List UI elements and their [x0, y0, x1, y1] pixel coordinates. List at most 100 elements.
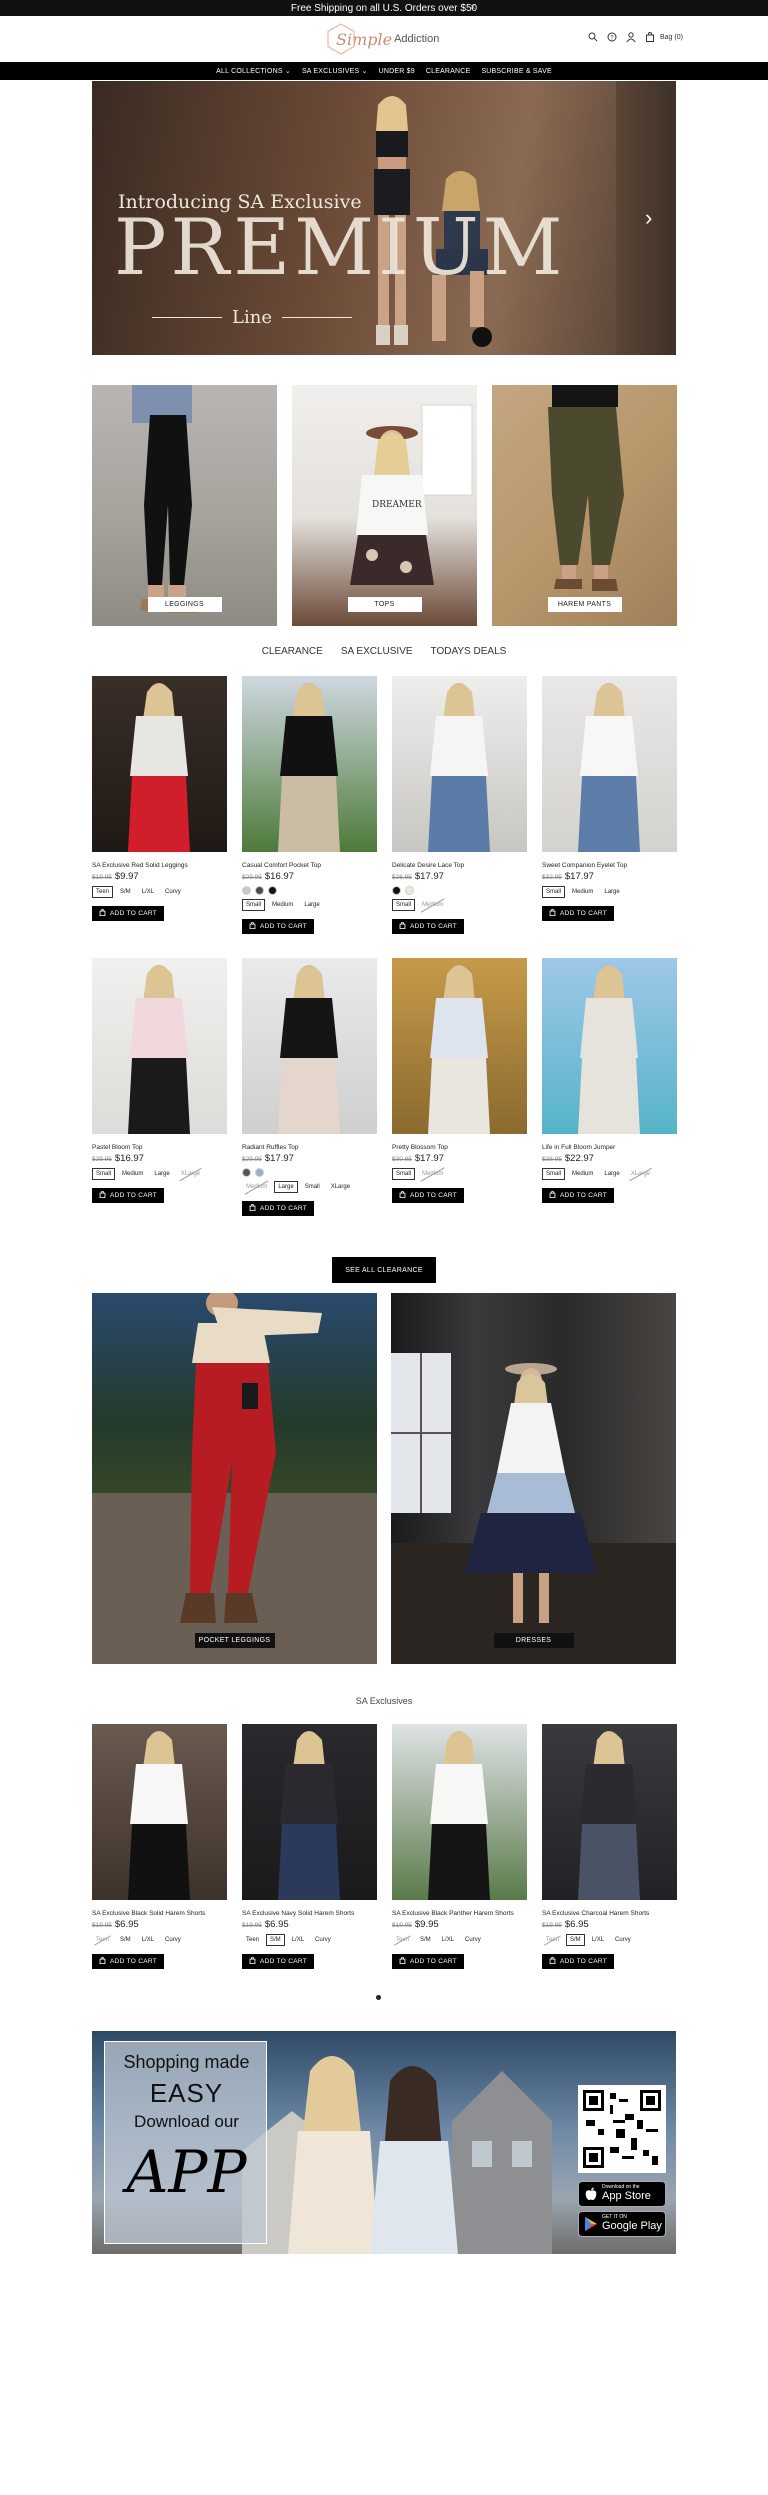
- color-swatch[interactable]: [255, 886, 264, 895]
- product-image[interactable]: [542, 958, 677, 1134]
- size-option[interactable]: Curvy: [161, 886, 185, 898]
- add-to-cart-button[interactable]: ADD TO CART: [242, 1954, 314, 1969]
- color-swatch[interactable]: [242, 886, 251, 895]
- size-option[interactable]: Large: [150, 1168, 173, 1180]
- size-option[interactable]: S/M: [266, 1934, 285, 1946]
- size-option[interactable]: L/XL: [588, 1934, 608, 1946]
- bag-count[interactable]: Bag (0): [660, 34, 683, 41]
- product-image[interactable]: [92, 1724, 227, 1900]
- app-store-button[interactable]: Download on the App Store: [578, 2181, 666, 2207]
- product-image[interactable]: [92, 676, 227, 852]
- size-option[interactable]: Medium: [418, 1168, 447, 1180]
- size-option[interactable]: Small: [542, 1168, 566, 1180]
- product-title[interactable]: SA Exclusive Navy Solid Harem Shorts: [242, 1910, 377, 1917]
- size-option[interactable]: Medium: [568, 886, 597, 898]
- add-to-cart-button[interactable]: ADD TO CART: [542, 1954, 614, 1969]
- tab-clearance[interactable]: CLEARANCE: [262, 646, 323, 657]
- product-title[interactable]: Radiant Ruffles Top: [242, 1144, 377, 1151]
- size-option[interactable]: S/M: [116, 1934, 135, 1946]
- add-to-cart-button[interactable]: ADD TO CART: [92, 906, 164, 921]
- account-icon[interactable]: [626, 32, 636, 42]
- featured-tile-dresses[interactable]: DRESSES: [391, 1293, 676, 1664]
- size-option[interactable]: Medium: [268, 899, 297, 911]
- product-title[interactable]: SA Exclusive Black Panther Harem Shorts: [392, 1910, 527, 1917]
- add-to-cart-button[interactable]: ADD TO CART: [92, 1954, 164, 1969]
- color-swatch[interactable]: [405, 886, 414, 895]
- google-play-button[interactable]: GET IT ON Google Play: [578, 2211, 666, 2237]
- product-image[interactable]: [242, 676, 377, 852]
- close-icon[interactable]: ×: [470, 2, 475, 12]
- size-option[interactable]: L/XL: [138, 886, 158, 898]
- size-option[interactable]: Teen: [92, 886, 114, 898]
- size-option[interactable]: Curvy: [461, 1934, 485, 1946]
- category-tile-leggings[interactable]: LEGGINGS: [92, 385, 277, 626]
- color-swatch[interactable]: [392, 886, 401, 895]
- product-image[interactable]: [392, 958, 527, 1134]
- color-swatch[interactable]: [255, 1168, 264, 1177]
- size-option[interactable]: Medium: [418, 899, 447, 911]
- size-option[interactable]: Large: [600, 886, 623, 898]
- size-option[interactable]: Large: [300, 899, 323, 911]
- product-image[interactable]: [542, 676, 677, 852]
- search-icon[interactable]: [588, 32, 598, 42]
- product-image[interactable]: [242, 958, 377, 1134]
- size-option[interactable]: S/M: [416, 1934, 435, 1946]
- size-option[interactable]: L/XL: [438, 1934, 458, 1946]
- nav-item-under-9[interactable]: UNDER $9: [379, 68, 415, 75]
- size-option[interactable]: Teen: [542, 1934, 563, 1946]
- product-title[interactable]: Delicate Desire Lace Top: [392, 862, 527, 869]
- size-option[interactable]: Teen: [392, 1934, 413, 1946]
- size-option[interactable]: Curvy: [161, 1934, 185, 1946]
- size-option[interactable]: Small: [301, 1181, 324, 1193]
- add-to-cart-button[interactable]: ADD TO CART: [542, 1188, 614, 1203]
- logo[interactable]: Simple Addiction: [326, 22, 456, 56]
- product-title[interactable]: Pretty Blossom Top: [392, 1144, 527, 1151]
- product-title[interactable]: SA Exclusive Charcoal Harem Shorts: [542, 1910, 677, 1917]
- product-title[interactable]: Casual Comfort Pocket Top: [242, 862, 377, 869]
- add-to-cart-button[interactable]: ADD TO CART: [242, 919, 314, 934]
- add-to-cart-button[interactable]: ADD TO CART: [392, 919, 464, 934]
- size-option[interactable]: Curvy: [611, 1934, 635, 1946]
- size-option[interactable]: Small: [542, 886, 566, 898]
- next-arrow-icon[interactable]: ›: [645, 205, 652, 231]
- product-title[interactable]: Sweet Companion Eyelet Top: [542, 862, 677, 869]
- size-option[interactable]: Small: [92, 1168, 116, 1180]
- color-swatch[interactable]: [242, 1168, 251, 1177]
- size-option[interactable]: Small: [392, 1168, 416, 1180]
- hero-banner[interactable]: Introducing SA Exclusive PREMIUM Line ›: [92, 81, 676, 355]
- tab-todays-deals[interactable]: TODAYS DEALS: [431, 646, 507, 657]
- product-image[interactable]: [542, 1724, 677, 1900]
- see-all-clearance-button[interactable]: SEE ALL CLEARANCE: [332, 1257, 436, 1283]
- add-to-cart-button[interactable]: ADD TO CART: [242, 1201, 314, 1216]
- size-option[interactable]: Small: [242, 899, 266, 911]
- category-tile-harem-pants[interactable]: HAREM PANTS: [492, 385, 677, 626]
- size-option[interactable]: Teen: [242, 1934, 263, 1946]
- size-option[interactable]: L/XL: [288, 1934, 308, 1946]
- product-image[interactable]: [242, 1724, 377, 1900]
- product-title[interactable]: SA Exclusive Black Solid Harem Shorts: [92, 1910, 227, 1917]
- add-to-cart-button[interactable]: ADD TO CART: [392, 1188, 464, 1203]
- size-option[interactable]: L/XL: [138, 1934, 158, 1946]
- size-option[interactable]: XLarge: [627, 1168, 654, 1180]
- carousel-dot[interactable]: [376, 1995, 381, 2000]
- add-to-cart-button[interactable]: ADD TO CART: [392, 1954, 464, 1969]
- tab-sa-exclusive[interactable]: SA EXCLUSIVE: [341, 646, 413, 657]
- size-option[interactable]: Small: [392, 899, 416, 911]
- color-swatch[interactable]: [268, 886, 277, 895]
- nav-item-subscribe[interactable]: SUBSCRIBE & SAVE: [481, 68, 551, 75]
- product-image[interactable]: [392, 1724, 527, 1900]
- size-option[interactable]: Curvy: [311, 1934, 335, 1946]
- size-option[interactable]: Large: [600, 1168, 623, 1180]
- add-to-cart-button[interactable]: ADD TO CART: [92, 1188, 164, 1203]
- product-image[interactable]: [392, 676, 527, 852]
- size-option[interactable]: S/M: [116, 886, 135, 898]
- category-tile-tops[interactable]: DREAMER TOPS: [292, 385, 477, 626]
- help-icon[interactable]: ?: [607, 32, 617, 42]
- product-title[interactable]: SA Exclusive Red Solid Leggings: [92, 862, 227, 869]
- nav-item-clearance[interactable]: CLEARANCE: [426, 68, 471, 75]
- add-to-cart-button[interactable]: ADD TO CART: [542, 906, 614, 921]
- product-image[interactable]: [92, 958, 227, 1134]
- size-option[interactable]: Large: [274, 1181, 298, 1193]
- product-title[interactable]: Pastel Bloom Top: [92, 1144, 227, 1151]
- size-option[interactable]: Teen: [92, 1934, 113, 1946]
